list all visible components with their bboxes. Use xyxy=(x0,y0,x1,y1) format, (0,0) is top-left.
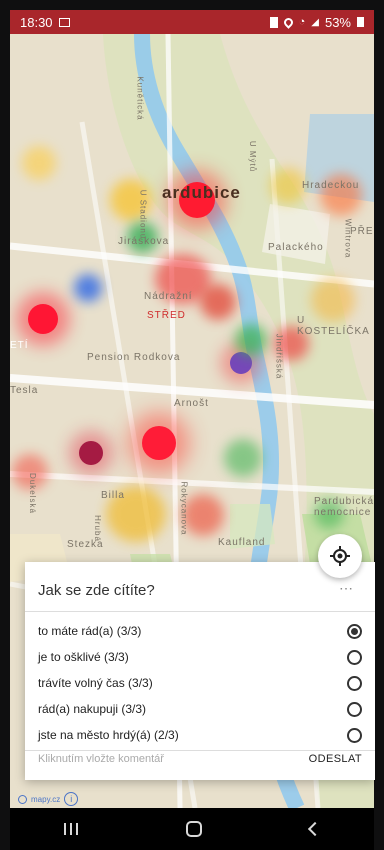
district-label-kostelicka: U KOSTELÍČKA xyxy=(297,315,370,337)
comment-row: ODESLAT xyxy=(25,746,375,772)
street-label-wintrova: Wintrova xyxy=(343,218,353,259)
crosshair-icon xyxy=(330,546,350,566)
street-label-rokycanova: Rokycanova xyxy=(179,481,189,536)
heatmap-spot xyxy=(235,324,267,356)
heatmap-spot xyxy=(142,426,176,460)
option-label: je to ošklivé (3/3) xyxy=(38,650,129,664)
status-left: 18:30 xyxy=(20,15,70,30)
radio-button[interactable] xyxy=(347,675,362,691)
home-icon[interactable] xyxy=(186,821,202,837)
heatmap-spot xyxy=(28,304,58,334)
image-icon xyxy=(58,17,70,27)
wifi-icon: ◔ xyxy=(298,16,306,28)
signal-icon: ◢ xyxy=(311,16,319,28)
phone-screen: 18:30 ◔ ◢ 53% ardubice STŘED U KOSTELÍČK… xyxy=(0,0,384,850)
street-label-palackeho: Palackého xyxy=(268,242,324,253)
option-row[interactable]: trávíte volný čas (3/3) xyxy=(25,670,375,696)
sheet-divider xyxy=(25,611,375,612)
sheet-title: Jak se zde cítíte? xyxy=(38,582,155,599)
status-right: ◔ ◢ 53% xyxy=(269,14,364,30)
street-label-nadrazni: Nádražní xyxy=(144,291,193,302)
map-attribution: mapy.cz i xyxy=(18,792,79,806)
option-label: rád(a) nakupuji (3/3) xyxy=(38,702,147,716)
info-icon[interactable]: i xyxy=(64,792,79,806)
location-icon xyxy=(281,15,295,29)
street-label-hradeckou: Hradeckou xyxy=(302,180,360,191)
back-icon[interactable] xyxy=(307,821,323,837)
send-button[interactable]: ODESLAT xyxy=(309,753,362,765)
heatmap-spot xyxy=(224,439,262,477)
street-label-dukelska: Dukelská xyxy=(27,473,37,514)
android-navigation-bar xyxy=(10,808,374,850)
heatmap-spot xyxy=(270,168,306,204)
street-label-u-stadionu: U Stadionu xyxy=(138,189,148,240)
attribution-icon xyxy=(18,794,27,804)
status-bar: 18:30 ◔ ◢ 53% xyxy=(10,10,374,34)
street-label-kuneticka: Kunětická xyxy=(135,76,145,121)
district-label-stred: STŘED xyxy=(147,310,186,321)
option-label: to máte rád(a) (3/3) xyxy=(38,624,142,638)
street-label-tesla: Tesla xyxy=(10,385,39,396)
street-label-jindrisska: Jindřišská xyxy=(274,333,284,380)
option-label: trávíte volný čas (3/3) xyxy=(38,676,153,690)
option-row[interactable]: je to ošklivé (3/3) xyxy=(25,644,375,670)
heatmap-spot xyxy=(79,441,103,465)
option-row[interactable]: to máte rád(a) (3/3) xyxy=(25,618,375,644)
feedback-bottom-sheet: Jak se zde cítíte? ⋯ to máte rád(a) (3/3… xyxy=(25,562,375,780)
district-label-pre: PŘE xyxy=(350,226,374,237)
poi-label-billa: Billa xyxy=(101,490,125,501)
battery-percent: 53% xyxy=(324,14,351,30)
poi-label-pension-rodkova: Pension Rodkova xyxy=(87,352,181,363)
poi-label-pardubicka-nemocnice: Pardubická nemocnice xyxy=(314,496,374,518)
radio-button[interactable] xyxy=(347,649,362,665)
heatmap-spot xyxy=(200,284,236,320)
battery-level-icon xyxy=(357,17,364,27)
street-label-hruba: Hrubá xyxy=(92,515,102,542)
radio-button[interactable] xyxy=(347,623,362,639)
radio-button[interactable] xyxy=(347,727,362,743)
comment-input[interactable] xyxy=(38,753,258,765)
locate-me-button[interactable] xyxy=(318,534,362,578)
status-time: 18:30 xyxy=(20,14,53,30)
option-label: jste na město hrdý(á) (2/3) xyxy=(38,728,179,742)
heatmap-spot xyxy=(74,274,102,302)
heatmap-spot xyxy=(22,146,56,180)
recent-apps-icon[interactable] xyxy=(64,823,78,835)
battery-icon xyxy=(269,16,278,28)
radio-button[interactable] xyxy=(347,701,362,717)
street-label-jiraskova: Jiráskova xyxy=(118,236,170,247)
option-row[interactable]: jste na město hrdý(á) (2/3) xyxy=(25,722,375,748)
option-row[interactable]: rád(a) nakupuji (3/3) xyxy=(25,696,375,722)
poi-label-kaufland: Kaufland xyxy=(218,537,266,548)
street-label-u-mytu: U Mýtů xyxy=(248,140,258,173)
district-label-center: ardubice xyxy=(162,183,241,202)
district-label-edge: ETÍ xyxy=(10,340,29,351)
street-label-arnost: Arnošt xyxy=(174,398,209,409)
ellipsis-icon[interactable]: ⋯ xyxy=(339,580,353,597)
attribution-text: mapy.cz xyxy=(31,794,61,804)
